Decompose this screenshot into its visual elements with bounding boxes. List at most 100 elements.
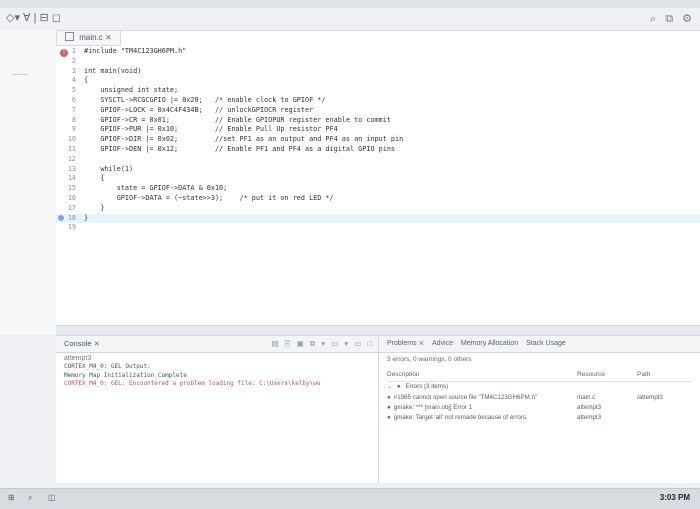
settings-icon[interactable]: ⚙ xyxy=(682,13,692,25)
console-title[interactable]: Console ⨯ xyxy=(64,339,100,348)
toolbar-right-controls: ⌕ ⧉ ⚙ xyxy=(644,12,692,26)
code-line[interactable]: 11 GPIOF->DEN |= 0x12; // Enable PF1 and… xyxy=(56,145,700,155)
problems-panel: Problems ⨯ Advice Memory Allocation Stac… xyxy=(379,336,700,483)
column-description[interactable]: Description xyxy=(387,371,420,378)
code-line[interactable]: 17 } xyxy=(56,204,700,214)
problem-resource: attempt3 xyxy=(577,414,602,421)
problem-row[interactable]: ● #1965 cannot open source file "TM4C123G… xyxy=(387,393,692,403)
console-icon-8[interactable]: ▭ xyxy=(354,339,361,348)
problems-header: Problems ⨯ Advice Memory Allocation Stac… xyxy=(379,336,700,353)
code-text: SYSCTL->RCGCGPIO |= 0x20; /* enable cloc… xyxy=(84,95,326,104)
code-line[interactable]: 19 xyxy=(56,223,700,233)
problem-description-text: gmake: *** [main.obj] Error 1 xyxy=(393,404,473,411)
bottom-panels: Console ⨯ ▤ ⎘ ▣ ⧉ ▾ ▭ ▾ ▭ □ attempt3 COR… xyxy=(56,335,700,483)
code-line[interactable]: 3 int main(void) xyxy=(56,67,700,77)
problem-description: ● gmake: *** [main.obj] Error 1 xyxy=(387,404,472,411)
code-line[interactable]: 9 GPIOF->PUR |= 0x10; // Enable Pull Up … xyxy=(56,125,700,135)
line-number: 9 xyxy=(71,125,76,134)
console-icon-3[interactable]: ▣ xyxy=(297,339,304,348)
editor-tab-label: main.c ⨯ xyxy=(79,33,112,42)
code-line[interactable]: 18} xyxy=(56,213,700,224)
code-line[interactable]: 6 SYSCTL->RCGCGPIO |= 0x20; /* enable cl… xyxy=(56,96,700,106)
code-text: { xyxy=(84,174,105,183)
console-icon-7[interactable]: ▾ xyxy=(344,339,348,348)
left-gutter-bar xyxy=(12,74,28,75)
console-icon-9[interactable]: □ xyxy=(367,339,372,348)
code-line[interactable]: 7 GPIOF->LOCK = 0x4C4F434B; // unlockGPI… xyxy=(56,106,700,116)
problem-path: /attempt3 xyxy=(637,394,663,401)
console-icon-1[interactable]: ▤ xyxy=(271,339,278,348)
code-text: state = GPIOF->DATA & 0x10; xyxy=(84,184,228,193)
task-view-icon[interactable]: ◫ xyxy=(48,493,56,502)
console-icon-2[interactable]: ⎘ xyxy=(285,339,291,348)
code-line[interactable]: 2 xyxy=(56,57,700,67)
console-output: CORTEX_M4_0: GEL Output: Memory Map Initi… xyxy=(56,362,378,389)
code-line[interactable]: 5 unsigned int state; xyxy=(56,86,700,96)
console-line: Memory Map Initialization Complete xyxy=(64,371,187,379)
code-text: while(1) xyxy=(84,164,134,173)
file-icon xyxy=(65,32,74,41)
tab-advice[interactable]: Advice xyxy=(432,340,453,347)
line-number: 19 xyxy=(67,223,76,232)
code-line[interactable]: 10 GPIOF->DIR |= 0x02; //set PF1 as an o… xyxy=(56,135,700,145)
column-path[interactable]: Path xyxy=(637,371,650,378)
code-editor[interactable]: ! 1 #include "TM4C123GH6PM.h" 2 3 int main(vo… xyxy=(56,47,700,336)
line-number: 4 xyxy=(71,76,76,85)
search-icon[interactable]: ⌕ xyxy=(28,493,32,503)
code-line[interactable]: 15 state = GPIOF->DATA & 0x10; xyxy=(56,184,700,194)
current-line-marker-icon xyxy=(58,214,64,221)
code-text: GPIOF->CR = 0x01; // Enable GPIOPUR regi… xyxy=(84,115,391,124)
error-icon: ● xyxy=(396,383,401,390)
problem-row[interactable]: ● gmake: Target 'all' not remade because … xyxy=(387,413,692,423)
problem-description-text: gmake: Target 'all' not remade because o… xyxy=(393,414,528,421)
chevron-down-icon: ⌄ xyxy=(387,383,393,390)
line-number: 6 xyxy=(71,95,76,104)
tab-memory-allocation[interactable]: Memory Allocation xyxy=(461,340,518,347)
taskbar: ⊞ ⌕ ◫ 3:03 PM xyxy=(0,488,700,509)
start-icon[interactable]: ⊞ xyxy=(8,493,15,502)
code-line[interactable]: 12 xyxy=(56,155,700,165)
code-line[interactable]: 14 { xyxy=(56,174,700,184)
window-icon[interactable]: ⧉ xyxy=(665,13,673,25)
code-text: } xyxy=(84,213,89,222)
code-text: GPIOF->LOCK = 0x4C4F434B; // unlockGPIOC… xyxy=(84,105,314,114)
console-line: CORTEX_M4_0: GEL Output: xyxy=(64,363,151,370)
editor-tab-main-c[interactable]: main.c ⨯ xyxy=(56,31,121,46)
main-toolbar: ◇▾ ∀ | ⊟ ◻ ⌕ ⧉ ⚙ xyxy=(0,8,700,30)
console-header: Console ⨯ ▤ ⎘ ▣ ⧉ ▾ ▭ ▾ ▭ □ xyxy=(56,336,378,353)
code-line[interactable]: ! 1 #include "TM4C123GH6PM.h" xyxy=(56,47,700,57)
line-number: 13 xyxy=(67,164,76,173)
console-icon-4[interactable]: ⧉ xyxy=(310,339,315,348)
code-line[interactable]: 4{ xyxy=(56,76,700,86)
taskbar-clock: 3:03 PM xyxy=(659,493,690,502)
console-icon-6[interactable]: ▭ xyxy=(331,339,338,348)
left-gutter xyxy=(0,30,57,335)
code-line[interactable]: 16 GPIOF->DATA = (~state>>3); /* put it … xyxy=(56,194,700,204)
problem-row[interactable]: ● gmake: *** [main.obj] Error 1 attempt3 xyxy=(387,403,692,413)
code-text: int main(void) xyxy=(84,66,142,75)
search-icon[interactable]: ⌕ xyxy=(650,13,656,25)
column-resource[interactable]: Resource xyxy=(577,371,605,378)
line-number: 17 xyxy=(67,203,76,212)
problems-group-row[interactable]: ⌄ ● Errors (3 items) xyxy=(387,382,692,392)
problem-resource: attempt3 xyxy=(577,404,602,411)
code-line[interactable]: 13 while(1) xyxy=(56,165,700,175)
tab-problems[interactable]: Problems ⨯ xyxy=(387,340,424,347)
toolbar-left-controls[interactable]: ◇▾ ∀ | ⊟ ◻ xyxy=(6,12,61,24)
editor-panel: main.c ⨯ ! 1 #include "TM4C123GH6PM.h" 2 3 in… xyxy=(56,30,700,336)
code-text: #include "TM4C123GH6PM.h" xyxy=(84,47,187,55)
code-text: GPIOF->DATA = (~state>>3); /* put it on … xyxy=(84,193,334,202)
problem-description: ● #1965 cannot open source file "TM4C123G… xyxy=(387,394,537,401)
code-text: unsigned int state; xyxy=(84,86,179,95)
error-marker-icon[interactable]: ! xyxy=(60,49,68,57)
top-strip xyxy=(0,0,700,8)
console-toolbar-icons: ▤ ⎘ ▣ ⧉ ▾ ▭ ▾ ▭ □ xyxy=(267,339,372,349)
error-icon: ● xyxy=(387,394,391,401)
code-line[interactable]: 8 GPIOF->CR = 0x01; // Enable GPIOPUR re… xyxy=(56,116,700,126)
line-number: 5 xyxy=(71,86,76,95)
line-number: 11 xyxy=(67,144,76,153)
console-icon-5[interactable]: ▾ xyxy=(321,339,325,348)
error-icon: ● xyxy=(387,404,391,411)
line-number: 3 xyxy=(71,66,76,75)
tab-stack-usage[interactable]: Stack Usage xyxy=(526,340,566,347)
